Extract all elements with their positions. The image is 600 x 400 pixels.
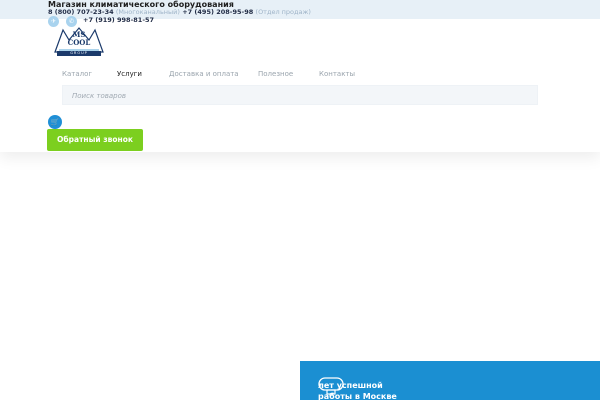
cart-icon[interactable]: 🛒 — [48, 115, 62, 129]
phone-line: 8 (800) 707-23-34 (Многоканальный) +7 (4… — [48, 8, 311, 16]
phone-sales[interactable]: +7 (495) 208-95-98 — [182, 8, 253, 16]
site-logo[interactable]: MS COOL GROUP — [49, 26, 109, 58]
nav-item-delivery[interactable]: Доставка и оплата — [169, 70, 239, 78]
callback-button[interactable]: Обратный звонок — [47, 129, 143, 151]
phone-multichannel[interactable]: 8 (800) 707-23-34 — [48, 8, 114, 16]
search-input[interactable]: Поиск товаров — [62, 85, 538, 105]
promo-line-1: лет успешной — [318, 381, 383, 390]
nav-item-services[interactable]: Услуги — [117, 70, 142, 78]
logo-line-ms: MS — [72, 30, 86, 39]
phone-multichannel-note: (Многоканальный) — [115, 8, 180, 16]
logo-line-group: GROUP — [57, 51, 101, 56]
promo-banner: лет успешной работы в Москве — [300, 361, 600, 400]
nav-item-catalog[interactable]: Каталог — [62, 70, 92, 78]
nav-item-useful[interactable]: Полезное — [258, 70, 293, 78]
promo-line-2: работы в Москве — [318, 392, 397, 400]
nav-item-contacts[interactable]: Контакты — [319, 70, 355, 78]
phone-sales-note: (Отдел продаж) — [255, 8, 311, 16]
logo-line-cool: COOL — [67, 38, 91, 47]
phone-mobile[interactable]: +7 (919) 998-81-57 — [83, 16, 154, 24]
